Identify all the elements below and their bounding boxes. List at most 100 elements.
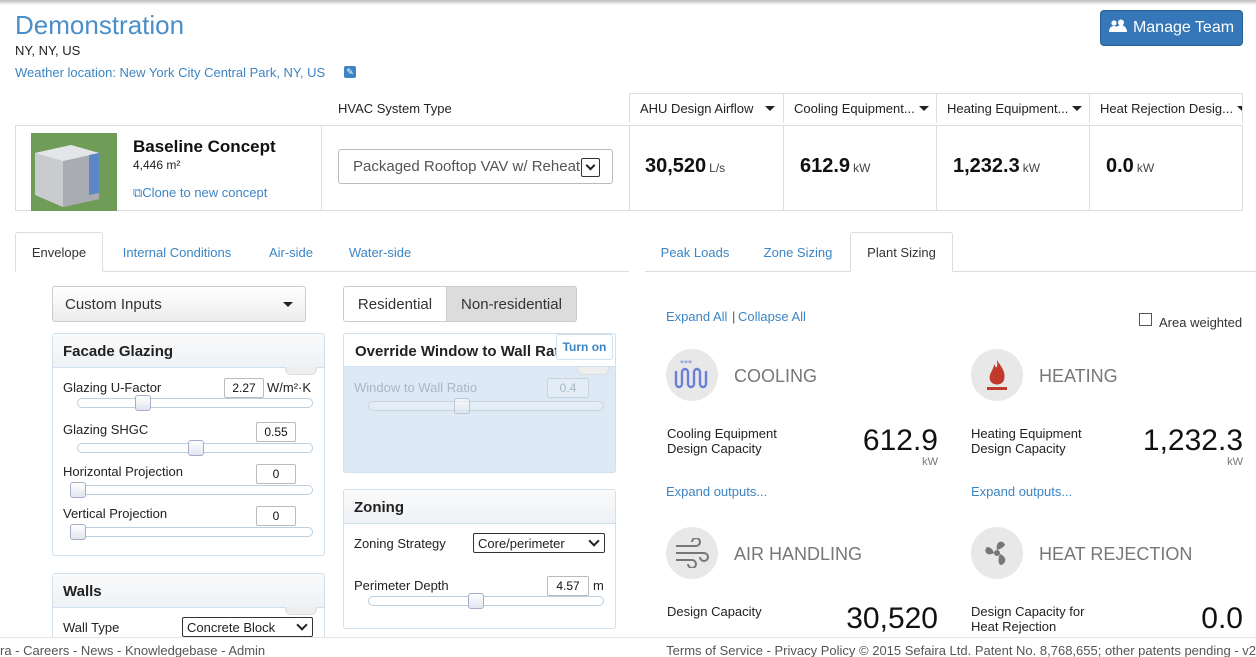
heating-icon — [971, 349, 1023, 401]
vertical-projection-label: Vertical Projection — [63, 506, 168, 521]
air-handling-label: Design Capacity — [667, 604, 762, 619]
tab-envelope[interactable]: Envelope — [15, 232, 103, 272]
divider — [936, 125, 937, 211]
footer-links[interactable]: ra - Careers - News - Knowledgebase - Ad… — [0, 643, 265, 657]
tab-plant-sizing[interactable]: Plant Sizing — [850, 232, 953, 272]
clone-concept-link[interactable]: ⧉Clone to new concept — [133, 185, 267, 201]
wwr-slider — [368, 401, 604, 411]
footer: ra - Careers - News - Knowledgebase - Ad… — [0, 637, 1256, 657]
footer-legal[interactable]: Terms of Service - Privacy Policy © 2015… — [666, 643, 1256, 657]
zoning-strategy-select[interactable]: Core/perimeter — [473, 533, 605, 553]
slider-handle[interactable] — [70, 524, 86, 540]
collapse-grip — [577, 367, 609, 375]
slider-handle[interactable] — [135, 395, 151, 411]
divider — [783, 125, 784, 211]
residential-toggle[interactable]: Residential — [343, 286, 447, 322]
collapse-grip[interactable] — [285, 607, 317, 615]
metric-header-label: Heating Equipment... — [947, 101, 1069, 116]
metric-value-cooling: 612.9 kW — [800, 155, 871, 177]
metric-header-label: AHU Design Airflow — [640, 101, 754, 116]
cooling-value: 612.9 — [862, 424, 938, 457]
svg-text:***: *** — [680, 359, 692, 368]
expand-all-link[interactable]: Expand All — [666, 309, 727, 324]
caret-down-icon — [765, 106, 775, 111]
perimeter-depth-label: Perimeter Depth — [354, 578, 449, 593]
zoning-strategy-value: Core/perimeter — [478, 535, 565, 551]
page-title: Demonstration — [15, 10, 185, 40]
concept-area: 4,446 m² — [133, 158, 181, 172]
shgc-label: Glazing SHGC — [63, 422, 149, 437]
edit-icon[interactable]: ✎ — [344, 66, 356, 78]
area-weighted-checkbox[interactable] — [1139, 313, 1152, 326]
cooling-unit: kW — [922, 456, 938, 468]
zoning-strategy-label: Zoning Strategy — [354, 536, 446, 551]
wall-type-select[interactable]: Concrete Block — [182, 617, 313, 637]
tab-peak-loads[interactable]: Peak Loads — [652, 232, 738, 272]
horizontal-projection-slider[interactable] — [77, 485, 313, 495]
weather-location-link[interactable]: Weather location: New York City Central … — [15, 65, 325, 80]
wwr-label: Window to Wall Ratio — [354, 380, 478, 395]
area-weighted-label: Area weighted — [1159, 315, 1243, 330]
u-factor-input[interactable]: 2.27 — [224, 378, 264, 398]
tab-water-side[interactable]: Water-side — [338, 232, 422, 272]
hvac-system-label: HVAC System Type — [338, 101, 452, 116]
slider-handle[interactable] — [70, 482, 86, 498]
caret-down-icon — [918, 106, 929, 111]
heating-expand-link[interactable]: Expand outputs... — [971, 484, 1072, 499]
metric-header-label: Cooling Equipment... — [794, 101, 915, 116]
horizontal-projection-input[interactable]: 0 — [256, 464, 296, 484]
cooling-expand-link[interactable]: Expand outputs... — [666, 484, 767, 499]
shgc-input[interactable]: 0.55 — [256, 422, 296, 442]
fan-icon — [971, 527, 1023, 579]
air-handling-value: 30,520 — [846, 602, 938, 635]
perimeter-depth-input[interactable]: 4.57 — [547, 576, 589, 596]
caret-down-icon — [1236, 106, 1242, 111]
vertical-projection-slider[interactable] — [77, 527, 313, 537]
u-factor-unit: W/m²·K — [267, 380, 312, 395]
cooling-icon: *** — [666, 349, 718, 401]
slider-handle[interactable] — [188, 440, 204, 456]
metric-header-heat-rejection[interactable]: Heat Rejection Desig... — [1089, 93, 1243, 123]
turn-on-button[interactable]: Turn on — [556, 334, 613, 360]
clone-label: Clone to new concept — [142, 185, 268, 200]
panel-title: Walls — [53, 574, 324, 608]
u-factor-label: Glazing U-Factor — [63, 380, 162, 395]
metric-header-ahu[interactable]: AHU Design Airflow — [629, 93, 784, 123]
air-handling-icon — [666, 527, 718, 579]
collapse-grip[interactable] — [285, 367, 317, 375]
tab-internal-conditions[interactable]: Internal Conditions — [112, 232, 242, 272]
heating-title: HEATING — [1039, 366, 1118, 386]
vertical-projection-input[interactable]: 0 — [256, 506, 296, 526]
preset-dropdown[interactable]: Custom Inputs — [52, 286, 306, 322]
wall-type-label: Wall Type — [63, 620, 120, 635]
cooling-label: Cooling Equipment Design Capacity — [667, 426, 777, 456]
caret-down-icon — [1072, 106, 1083, 111]
metric-header-heating[interactable]: Heating Equipment... — [936, 93, 1090, 123]
non-residential-toggle[interactable]: Non-residential — [446, 286, 577, 322]
perimeter-depth-slider[interactable] — [368, 596, 604, 606]
metric-value-ahu: 30,520 L/s — [645, 155, 726, 177]
heat-rejection-title: HEAT REJECTION — [1039, 544, 1193, 564]
heating-label: Heating Equipment Design Capacity — [971, 426, 1082, 456]
manage-team-button[interactable]: Manage Team — [1100, 10, 1243, 46]
metric-header-label: Heat Rejection Desig... — [1100, 101, 1233, 116]
slider-handle — [454, 398, 470, 414]
perimeter-depth-unit: m — [593, 578, 604, 593]
separator: | — [732, 309, 736, 324]
tab-zone-sizing[interactable]: Zone Sizing — [754, 232, 842, 272]
wwr-input: 0.4 — [547, 378, 589, 398]
metric-header-cooling[interactable]: Cooling Equipment... — [783, 93, 937, 123]
wall-type-value: Concrete Block — [187, 619, 276, 635]
horizontal-projection-label: Horizontal Projection — [63, 464, 183, 479]
caret-down-icon — [283, 301, 293, 307]
tab-air-side[interactable]: Air-side — [258, 232, 324, 272]
team-icon — [1108, 19, 1127, 38]
collapse-all-link[interactable]: Collapse All — [738, 309, 806, 324]
u-factor-slider[interactable] — [77, 398, 313, 408]
hvac-system-select[interactable]: Packaged Rooftop VAV w/ Reheat — [338, 149, 613, 184]
slider-handle[interactable] — [468, 593, 484, 609]
metric-value-heating: 1,232.3 kW — [953, 155, 1041, 177]
hvac-system-value: Packaged Rooftop VAV w/ Reheat — [353, 158, 581, 175]
heating-unit: kW — [1227, 456, 1243, 468]
manage-team-label: Manage Team — [1132, 19, 1235, 36]
